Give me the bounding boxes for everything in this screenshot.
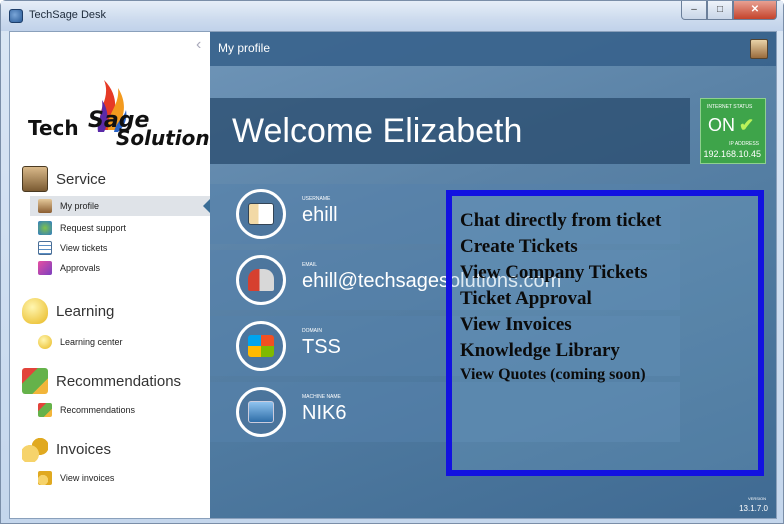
section-service[interactable]: Service (22, 166, 106, 192)
sidebar-item-view-invoices[interactable]: View invoices (38, 468, 114, 488)
sidebar-item-label: View invoices (60, 473, 115, 483)
collapse-sidebar-icon[interactable]: ‹ (196, 36, 201, 54)
internet-status-tile: INTERNET STATUS ON ✔ IP ADDRESS 192.168.… (700, 98, 766, 164)
maximize-button[interactable]: □ (707, 1, 733, 20)
feature-item: View Invoices (460, 314, 572, 335)
section-label: Learning (56, 302, 115, 320)
sidebar-item-label: View tickets (60, 243, 108, 253)
section-label: Invoices (56, 440, 112, 458)
email-label: EMAIL (302, 262, 318, 268)
sidebar-item-label: Request support (60, 223, 127, 233)
feature-list-overlay: Chat directly from ticket Create Tickets… (446, 190, 764, 476)
sidebar-item-learning-center[interactable]: Learning center (38, 332, 123, 352)
computer-icon (236, 387, 286, 437)
internet-status-label: INTERNET STATUS (707, 104, 753, 110)
lightbulb-icon (22, 298, 48, 324)
id-card-icon (236, 189, 286, 239)
approvals-icon (38, 261, 52, 275)
username-value: ehill (302, 204, 338, 226)
sidebar: ‹ Tech Sage Solutions Service My profile… (10, 32, 222, 518)
welcome-heading: Welcome Elizabeth (232, 112, 523, 150)
request-support-icon (38, 221, 52, 235)
service-icon (22, 166, 48, 192)
page-title: My profile (218, 41, 271, 55)
company-logo: Tech Sage Solutions (24, 70, 222, 160)
ip-address-value: 192.168.10.45 (703, 149, 761, 159)
sidebar-item-label: Recommendations (60, 405, 136, 415)
version-value: 13.1.7.0 (739, 504, 768, 513)
sidebar-item-approvals[interactable]: Approvals (38, 258, 100, 278)
title-bar[interactable]: TechSage Desk – □ ✕ (1, 1, 783, 31)
page-header: My profile (210, 32, 776, 66)
tickets-icon (38, 241, 52, 255)
invoices-icon (22, 436, 48, 462)
feature-item: Ticket Approval (460, 288, 592, 309)
section-recommendations[interactable]: Recommendations (22, 368, 181, 394)
section-invoices[interactable]: Invoices (22, 436, 111, 462)
minimize-button[interactable]: – (681, 1, 707, 20)
domain-value: TSS (302, 336, 341, 358)
invoices-icon (38, 471, 52, 485)
app-icon (9, 9, 23, 23)
feature-item: View Company Tickets (460, 262, 648, 283)
close-button[interactable]: ✕ (733, 1, 777, 20)
window-title: TechSage Desk (29, 9, 107, 21)
feature-item: Create Tickets (460, 236, 578, 257)
section-label: Service (56, 170, 107, 188)
machine-name-label: MACHINE NAME (302, 394, 341, 400)
username-label: USERNAME (302, 196, 331, 202)
feature-item: Chat directly from ticket (460, 210, 662, 231)
sidebar-item-label: Approvals (60, 263, 101, 273)
logo-text-tech: Tech (28, 116, 79, 140)
domain-label: DOMAIN (302, 328, 322, 334)
feature-item: View Quotes (coming soon) (460, 366, 646, 383)
recommendations-icon (38, 403, 52, 417)
section-learning[interactable]: Learning (22, 298, 114, 324)
version-label: VERSION (747, 496, 766, 501)
user-profile-icon[interactable] (750, 39, 768, 59)
logo-text-solutions: Solutions (116, 126, 222, 150)
profile-icon (38, 199, 52, 213)
windows-logo-icon (236, 321, 286, 371)
checkmark-icon: ✔ (739, 115, 755, 135)
mailbox-icon (236, 255, 286, 305)
lightbulb-icon (38, 335, 52, 349)
sidebar-item-label: My profile (60, 201, 100, 211)
sidebar-item-my-profile[interactable]: My profile (30, 196, 211, 216)
feature-item: Knowledge Library (460, 340, 620, 361)
sidebar-item-request-support[interactable]: Request support (38, 218, 126, 238)
sidebar-item-view-tickets[interactable]: View tickets (38, 238, 107, 258)
section-label: Recommendations (56, 372, 182, 390)
sidebar-item-label: Learning center (60, 337, 123, 347)
window-controls: – □ ✕ (681, 1, 777, 20)
recommendations-icon (22, 368, 48, 394)
internet-status-value: ON (708, 115, 735, 135)
machine-name-value: NIK6 (302, 402, 347, 424)
ip-address-label: IP ADDRESS (729, 141, 759, 147)
sidebar-item-recommendations[interactable]: Recommendations (38, 400, 135, 420)
